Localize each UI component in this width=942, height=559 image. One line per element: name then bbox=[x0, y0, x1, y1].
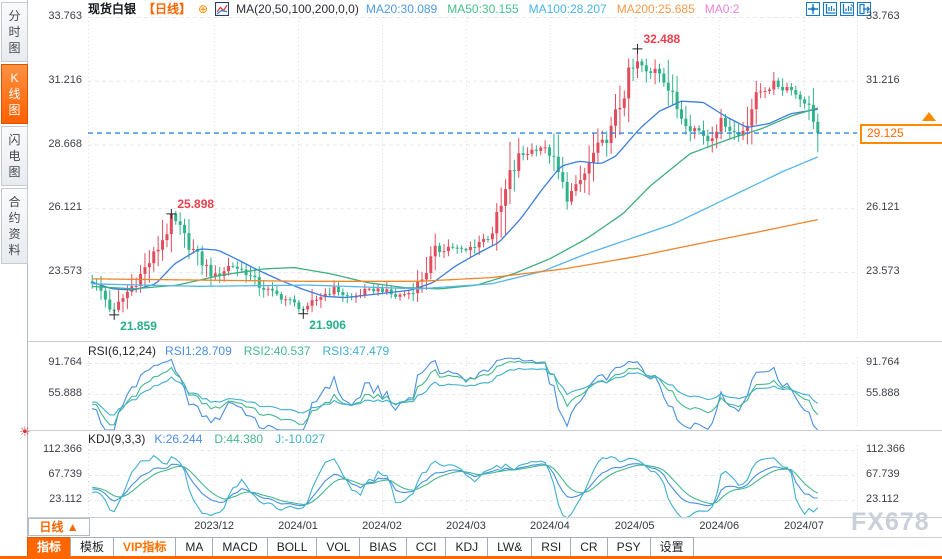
sidebar-tab-合约资料[interactable]: 合约资料 bbox=[1, 188, 28, 264]
sidebar-tab-label: K线图 bbox=[8, 71, 21, 117]
toolbar-button-VOL[interactable]: VOL bbox=[316, 537, 361, 557]
toolbar-button-MACD[interactable]: MACD bbox=[212, 537, 268, 557]
axis-separator bbox=[28, 517, 942, 518]
ma-value: MA50:30.155 bbox=[447, 1, 519, 16]
toolbar-button-MA[interactable]: MA bbox=[175, 537, 214, 557]
watermark: FX678 bbox=[851, 508, 930, 536]
rsi-value: RSI2:40.537 bbox=[243, 344, 311, 358]
toolbar-button-设置[interactable]: 设置 bbox=[649, 537, 694, 557]
toolbar-button-BIAS[interactable]: BIAS bbox=[359, 537, 407, 557]
rsi-header: RSI(6,12,24) RSI1:28.709 RSI2:40.537 RSI3:… bbox=[88, 344, 389, 358]
main-chart-header: 现货白银 【日线】 ⊕ MA(20,50,100,200,0,0) MA20:3… bbox=[88, 1, 739, 16]
indicator-toolbar: 指标 模板 VIP指标 MA MACD BOLL VOL BIAS CCI KDJ LW& RSI CR… bbox=[27, 537, 694, 557]
ma-value: MA100:28.207 bbox=[528, 1, 607, 16]
kdj-value: D:44.380 bbox=[214, 432, 264, 446]
toolbar-button-KDJ[interactable]: KDJ bbox=[445, 537, 489, 557]
ma-formula: MA(20,50,100,200,0,0) bbox=[236, 1, 359, 16]
toolbar-button-RSI[interactable]: RSI bbox=[531, 537, 572, 557]
kdj-value: J:-10.027 bbox=[275, 432, 326, 446]
indicator-settings-icon[interactable]: ☀ bbox=[19, 425, 31, 438]
price-up-arrow-icon bbox=[922, 112, 936, 122]
toolbar-button-LW&[interactable]: LW& bbox=[487, 537, 533, 557]
rsi-value: RSI1:28.709 bbox=[165, 344, 232, 358]
mini-chart-icon bbox=[215, 1, 230, 16]
ma-value: MA200:25.685 bbox=[616, 1, 695, 16]
toolbar-button-模板[interactable]: 模板 bbox=[70, 537, 115, 557]
axis-scale-right-icon[interactable] bbox=[840, 2, 854, 16]
panel-separator bbox=[28, 430, 942, 431]
toolbar-button-VIP指标[interactable]: VIP指标 bbox=[113, 537, 177, 557]
chart-control-icons bbox=[806, 2, 871, 16]
period-label: 日线 bbox=[39, 520, 64, 534]
rsi-title: RSI(6,12,24) bbox=[88, 344, 157, 358]
sidebar-tab-label: 合约资料 bbox=[8, 195, 21, 257]
toolbar-button-BOLL[interactable]: BOLL bbox=[266, 537, 318, 557]
period-tag: 【日线】 bbox=[143, 2, 192, 16]
panel-separator bbox=[28, 341, 942, 342]
rsi-value: RSI3:47.479 bbox=[322, 344, 390, 358]
ma-values: MA20:30.089 MA50:30.155 MA100:28.207 MA200:… bbox=[366, 2, 740, 16]
last-price-tag: 29.125 bbox=[860, 124, 942, 145]
exit-right-icon[interactable] bbox=[857, 2, 871, 16]
sidebar-tab-label: 分时图 bbox=[8, 9, 21, 55]
toolbar-button-指标[interactable]: 指标 bbox=[27, 537, 72, 557]
kdj-title: KDJ(9,3,3) bbox=[88, 432, 146, 446]
add-indicator-icon[interactable]: ⊕ bbox=[198, 3, 208, 15]
period-arrow-icon: ▲ bbox=[66, 520, 79, 534]
period-selector[interactable]: 日线 ▲ bbox=[28, 518, 90, 536]
sidebar-tab-分时图[interactable]: 分时图 bbox=[1, 2, 28, 62]
toolbar-button-CCI[interactable]: CCI bbox=[405, 537, 447, 557]
pan-icon[interactable] bbox=[806, 2, 820, 16]
chart-canvas[interactable] bbox=[0, 0, 942, 559]
sidebar-tab-闪电图[interactable]: 闪电图 bbox=[1, 126, 28, 186]
sidebar-tab-label: 闪电图 bbox=[8, 133, 21, 179]
axis-scale-left-icon[interactable] bbox=[823, 2, 837, 16]
toolbar-button-CR[interactable]: CR bbox=[570, 537, 608, 557]
ma-value: MA0:2 bbox=[704, 1, 740, 16]
ma-value: MA20:30.089 bbox=[365, 1, 438, 16]
sidebar: 分时图 K线图闪电图合约资料 bbox=[0, 0, 28, 556]
symbol-name: 现货白银 bbox=[88, 2, 137, 16]
kdj-values: K:26.244 D:44.380 J:-10.027 bbox=[154, 432, 325, 446]
sidebar-tab-K线图[interactable]: K线图 bbox=[1, 64, 28, 124]
rsi-values: RSI1:28.709 RSI2:40.537 RSI3:47.479 bbox=[165, 344, 389, 358]
kdj-header: KDJ(9,3,3) K:26.244 D:44.380 J:-10.027 bbox=[88, 432, 325, 446]
toolbar-button-PSY[interactable]: PSY bbox=[606, 537, 651, 557]
kdj-value: K:26.244 bbox=[154, 432, 203, 446]
trading-chart-app: 分时图 K线图闪电图合约资料 现货白银 【日线】 ⊕ MA(20,50,100,2… bbox=[0, 0, 942, 559]
